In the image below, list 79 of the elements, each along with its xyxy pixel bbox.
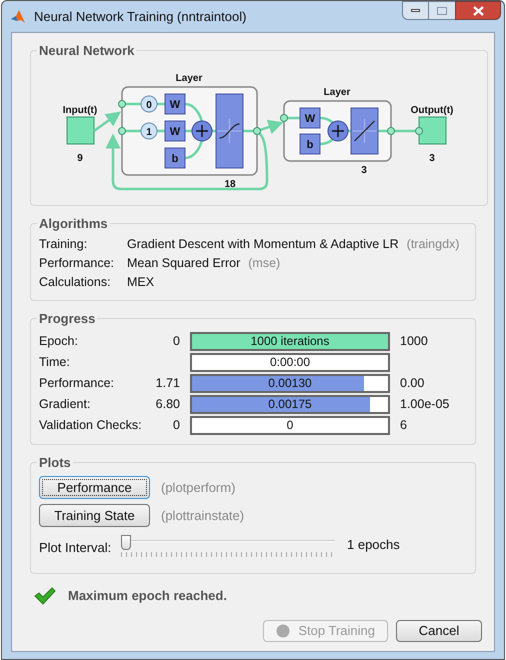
node-dot-icon — [118, 100, 126, 108]
function-name: (mse) — [248, 255, 280, 272]
maximize-icon — [437, 6, 447, 14]
function-name: (plottrainstate) — [161, 506, 244, 525]
plot-button[interactable]: Performance — [39, 476, 150, 499]
field-label: Performance: — [39, 374, 116, 392]
section-title: Progress — [38, 310, 96, 328]
progress-text: 0:00:00 — [268, 354, 312, 370]
field-label: Validation Checks: — [39, 416, 143, 434]
plot-button[interactable]: Training State — [39, 504, 150, 527]
connector-line — [184, 102, 204, 123]
start-value: 0 — [173, 332, 180, 350]
input-size: 9 — [77, 152, 83, 164]
maximize-button[interactable] — [429, 1, 455, 20]
field-label: Training: — [39, 236, 88, 254]
transfer-function-icon — [350, 107, 378, 154]
node-dot-icon — [387, 126, 395, 134]
window-title: Neural Network Training (nntraintool) — [34, 8, 246, 26]
node-dot-icon — [253, 126, 261, 134]
field-value: Gradient Descent with Momentum & Adaptive LR — [127, 236, 399, 254]
input-block — [66, 116, 94, 144]
field-label: Time: — [39, 354, 71, 371]
start-value: 1.71 — [156, 374, 180, 392]
function-name: (traingdx) — [406, 236, 460, 254]
stop-icon — [276, 624, 290, 638]
function-name: (plotperform) — [161, 478, 236, 497]
layer-size: 18 — [224, 178, 236, 190]
field-value: Mean Squared Error — [127, 255, 240, 272]
sum-icon — [192, 120, 212, 141]
minimize-icon — [411, 9, 420, 12]
field-label: Performance: — [39, 255, 116, 272]
weight-block: W — [300, 107, 320, 128]
output-block — [418, 116, 446, 144]
end-value: 0.00 — [400, 374, 424, 392]
slider-reading: 1 epochs — [347, 536, 400, 554]
progress-text: 0.00175 — [267, 396, 313, 412]
field-label: Plot Interval: — [39, 539, 112, 558]
section-title: Neural Network — [38, 42, 136, 60]
input-label: Input(t) — [62, 104, 98, 116]
end-value: 1.00e-05 — [400, 396, 450, 413]
progress-text: 0 — [286, 418, 294, 432]
weight-block: b — [164, 147, 186, 168]
start-value: 6.80 — [156, 396, 180, 413]
delay-icon: 1 — [140, 122, 158, 139]
end-value: 1000 — [400, 332, 428, 350]
transfer-function-icon — [216, 93, 244, 168]
dialog-button[interactable]: Cancel — [396, 620, 482, 642]
status-message: Maximum epoch reached. — [68, 587, 227, 605]
progress-text: 0.00130 — [267, 376, 313, 390]
field-value: MEX — [127, 274, 154, 292]
node-dot-icon — [415, 126, 423, 134]
connector-line — [243, 129, 253, 132]
connector-line — [378, 129, 387, 132]
connector-line — [320, 116, 336, 126]
app-logo-icon — [10, 8, 26, 24]
output-label: Output(t) — [410, 104, 454, 116]
layer-title: Layer — [324, 86, 350, 98]
close-icon — [472, 6, 484, 16]
sum-icon — [328, 120, 348, 141]
section-title: Algorithms — [38, 214, 109, 233]
node-dot-icon — [280, 114, 288, 122]
slider-thumb[interactable] — [121, 535, 131, 550]
field-label: Epoch: — [39, 332, 79, 350]
layer-size: 3 — [361, 164, 367, 176]
end-value: 6 — [400, 416, 407, 434]
weight-block: W — [164, 93, 186, 114]
node-dot-icon — [118, 126, 126, 134]
start-value: 0 — [173, 416, 180, 434]
output-size: 3 — [429, 152, 435, 164]
section-title: Plots — [38, 454, 72, 472]
weight-block: W — [164, 120, 186, 141]
progress-text: 1000 iterations — [250, 334, 330, 348]
minimize-button[interactable] — [402, 1, 429, 20]
field-label: Calculations: — [39, 274, 112, 292]
layer-title: Layer — [176, 72, 202, 84]
close-button[interactable] — [455, 1, 501, 20]
field-label: Gradient: — [39, 396, 92, 413]
weight-block: b — [300, 133, 320, 154]
delay-icon: 0 — [140, 95, 158, 112]
